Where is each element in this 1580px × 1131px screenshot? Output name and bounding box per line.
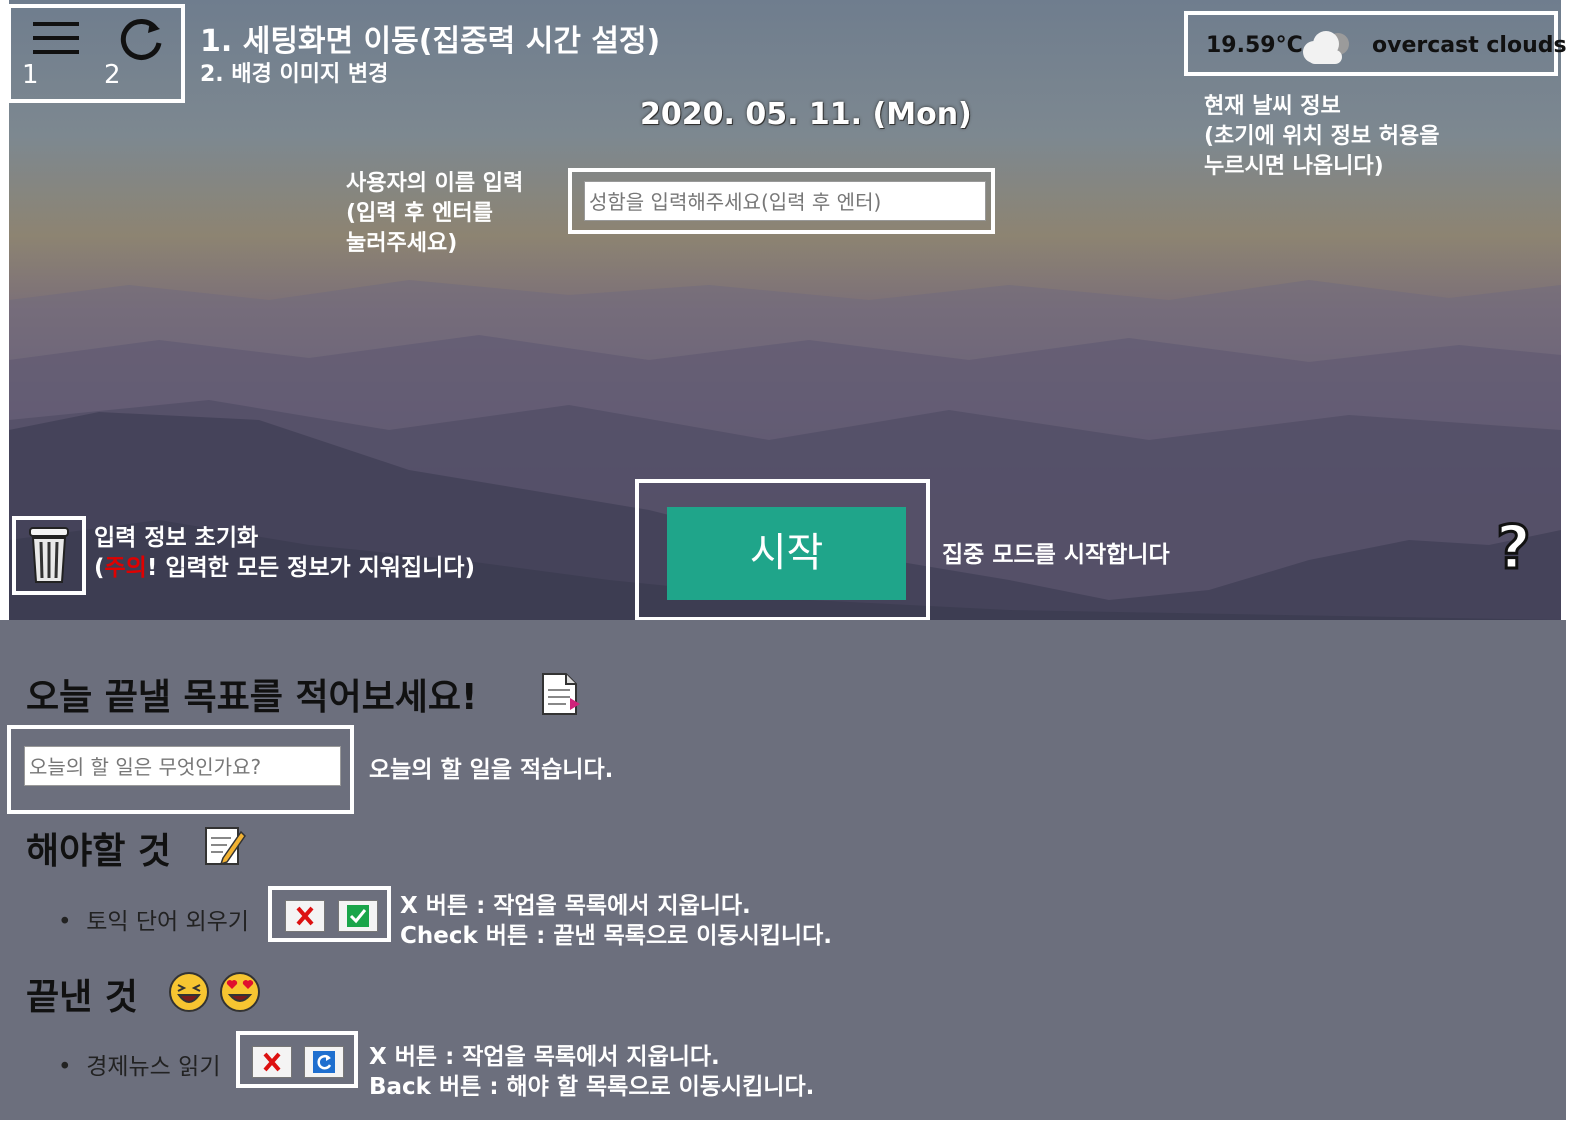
x-icon [296, 906, 314, 926]
document-icon [540, 672, 582, 716]
weather-note-line1: 현재 날씨 정보 [1204, 94, 1341, 119]
check-icon [347, 905, 369, 927]
todo-note-line2: Check 버튼 : 끝낸 목록으로 이동시킵니다. [400, 923, 832, 949]
heart-eyes-face-icon [218, 971, 262, 1013]
goal-title-text: 오늘 끝낼 목표를 적어보세요! [26, 677, 478, 718]
reset-warning: 주의 [104, 555, 147, 581]
date-display: 2020. 05. 11. (Mon) [640, 97, 972, 132]
done-delete-button[interactable] [252, 1046, 292, 1078]
x-icon [263, 1052, 281, 1072]
done-title: 끝낸 것 [26, 977, 138, 1018]
start-note: 집중 모드를 시작합니다 [942, 542, 1170, 568]
todo-check-button[interactable] [338, 900, 378, 932]
header-note-line2: 2. 배경 이미지 변경 [200, 62, 389, 87]
hamburger-menu-icon[interactable] [33, 22, 79, 56]
memo-icon [203, 824, 247, 868]
laughing-face-icon [168, 971, 210, 1013]
reset-note-line2: (주의! 입력한 모든 정보가 지워집니다) [94, 548, 475, 582]
reset-note-line1: 입력 정보 초기화 [94, 525, 259, 551]
reset-note-rest: ! 입력한 모든 정보가 지워집니다) [146, 555, 475, 581]
start-button[interactable]: 시작 [667, 507, 906, 600]
todo-list-item: • 토익 단어 외우기 [58, 902, 249, 936]
trash-icon[interactable] [26, 524, 72, 586]
done-back-button[interactable] [304, 1046, 344, 1078]
goal-note: 오늘의 할 일을 적습니다. [369, 757, 614, 783]
todo-title: 해야할 것 [26, 831, 172, 872]
goal-input[interactable]: 오늘의 할 일은 무엇인가요? [24, 746, 341, 786]
bullet: • [58, 1054, 87, 1080]
done-list-item: • 경제뉴스 읽기 [58, 1047, 220, 1081]
cloud-icon [1298, 28, 1356, 66]
reset-note-paren: ( [94, 555, 105, 581]
refresh-number: 2 [104, 60, 121, 90]
done-note-line2: Back 버튼 : 해야 할 목록으로 이동시킵니다. [369, 1074, 815, 1100]
done-note-line1: X 버튼 : 작업을 목록에서 지웁니다. [369, 1044, 720, 1070]
header-note-line1: 1. 세팅화면 이동(집중력 시간 설정) [200, 24, 661, 59]
name-note-line3: 눌러주세요) [346, 231, 458, 256]
weather-note-line2: (초기에 위치 정보 허용을 [1204, 124, 1440, 149]
back-icon [313, 1051, 335, 1073]
name-note-line2: (입력 후 엔터를 [346, 201, 493, 226]
todo-note-line1: X 버튼 : 작업을 목록에서 지웁니다. [400, 893, 751, 919]
weather-desc: overcast clouds [1372, 33, 1567, 58]
name-note-line1: 사용자의 이름 입력 [346, 171, 524, 196]
help-icon[interactable]: ? [1495, 517, 1533, 580]
todo-item-text: 토익 단어 외우기 [86, 909, 249, 935]
goal-title: 오늘 끝낼 목표를 적어보세요! [26, 668, 477, 720]
refresh-icon[interactable] [116, 15, 166, 65]
todo-delete-button[interactable] [285, 900, 325, 932]
done-item-text: 경제뉴스 읽기 [86, 1054, 221, 1080]
bullet: • [58, 909, 87, 935]
name-input[interactable]: 성함을 입력해주세요(입력 후 엔터) [584, 181, 986, 221]
weather-note-line3: 누르시면 나옵니다) [1204, 154, 1384, 179]
menu-number: 1 [22, 60, 39, 90]
weather-temp: 19.59°C [1206, 33, 1303, 58]
